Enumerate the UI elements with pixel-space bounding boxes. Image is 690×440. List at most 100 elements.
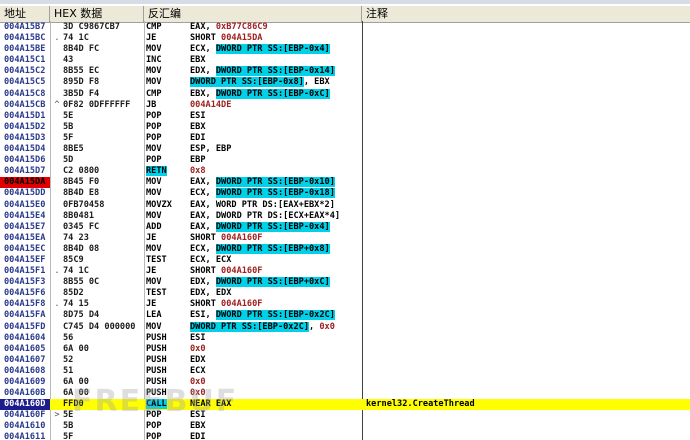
instruction-row[interactable]: 004A15EA 74 23 JE SHORT 004A160F [0, 233, 690, 244]
hex-bytes: 8B4D 08 [63, 243, 100, 254]
instruction-row[interactable]: 004A15F3 8B55 0C MOV EDX, DWORD PTR SS:[EBP… [0, 277, 690, 288]
instruction-row[interactable]: 004A15FA 8D75 D4 LEA ESI, DWORD PTR SS:[EBP… [0, 310, 690, 321]
instruction-row[interactable]: 004A15E0 0FB70458 MOVZX EAX, WORD PTR DS:[E… [0, 200, 690, 211]
hex-bytes: 8B4D FC [63, 44, 100, 55]
mnemonic: MOV [146, 144, 162, 155]
address: 004A15D1 [4, 110, 46, 121]
instruction-row[interactable]: 004A15C8 3B5D F4 CMP EBX, DWORD PTR SS:[EBP… [0, 88, 690, 100]
instruction-row[interactable]: 004A15E4 8B0481 MOV EAX, DWORD PTR DS:[ECX+… [0, 211, 690, 222]
hex-bytes: 895D F8 [63, 77, 100, 88]
instruction-row[interactable]: 004A15F1. 74 1C JE SHORT 004A160F [0, 266, 690, 277]
instruction-row[interactable]: 004A1607 52 PUSH EDX [0, 355, 690, 366]
column-header: 地址 HEX 数据 反汇编 注释 [0, 5, 690, 23]
address: 004A15D6 [4, 155, 46, 166]
operand-memory: DWORD PTR SS:[EBP-0xC] [215, 88, 330, 99]
mnemonic: MOV [146, 66, 162, 77]
operand-memory: DWORD PTR SS:[EBP+0xC] [215, 277, 330, 288]
hex-bytes: 51 [63, 365, 74, 376]
window-top-strip [0, 0, 690, 4]
instruction-row[interactable]: 004A15DD 8B4D E8 MOV ECX, DWORD PTR SS:[EBP… [0, 188, 690, 199]
instruction-row[interactable]: 004A15C2 8B55 EC MOV EDX, DWORD PTR SS:[EBP… [0, 66, 690, 77]
operands: EDX [190, 355, 360, 366]
hex-bytes: 8BE5 [63, 144, 84, 155]
address: 004A1605 [4, 343, 46, 354]
hex-bytes: 3D C9867CB7 [63, 22, 120, 32]
operand-part: EAX, [190, 22, 216, 32]
hex-bytes: 8D75 D4 [63, 310, 100, 321]
mnemonic: PUSH [146, 354, 167, 365]
instruction-row[interactable]: 004A15D6 5D POP EBP [0, 155, 690, 166]
operands: EBX [190, 421, 360, 432]
instruction-row[interactable]: 004A15DA 8B45 F0 MOV EAX, DWORD PTR SS:[EBP… [0, 177, 690, 189]
operands: EBX, DWORD PTR SS:[EBP-0xC] [190, 88, 360, 100]
address: 004A15FA [4, 310, 46, 321]
operand-part: ESI [190, 332, 206, 343]
instruction-row[interactable]: 004A15D7 C2 0800 RETN 0x8 [0, 166, 690, 177]
address: 004A15E7 [4, 221, 46, 232]
header-address[interactable]: 地址 [0, 6, 50, 22]
operand-part: ESI [190, 110, 206, 121]
address: 004A15F1 [4, 266, 46, 277]
instruction-row[interactable]: 004A1610 5B POP EBX [0, 421, 690, 432]
hex-bytes: 5E [63, 110, 74, 121]
operands: EAX, DWORD PTR SS:[EBP-0x4] [190, 221, 360, 233]
instruction-row[interactable]: 004A15F8. 74 15 JE SHORT 004A160F [0, 299, 690, 310]
operand-part: 0x0 [319, 321, 335, 332]
instruction-row[interactable]: 004A15FD C745 D4 000000 MOV DWORD PTR SS:[E… [0, 321, 690, 333]
operands: EDI [190, 432, 360, 440]
mnemonic: PUSH [146, 343, 167, 354]
instruction-row[interactable]: 004A15D1 5E POP ESI [0, 111, 690, 122]
mnemonic: PUSH [146, 365, 167, 376]
operands: ECX, DWORD PTR SS:[EBP-0x18] [190, 188, 360, 199]
hex-bytes: 3B5D F4 [63, 88, 100, 99]
mnemonic: POP [146, 110, 162, 121]
operand-part: 004A160F [221, 299, 263, 310]
instruction-row[interactable]: 004A15C5 895D F8 MOV DWORD PTR SS:[EBP-0x8]… [0, 77, 690, 88]
instruction-row[interactable]: 004A15B7 3D C9867CB7 CMP EAX, 0xB77C86C9 [0, 22, 690, 33]
operand-part: EDX, [190, 66, 216, 77]
instruction-row[interactable]: 004A15EF 85C9 TEST ECX, ECX [0, 255, 690, 266]
operands: DWORD PTR SS:[EBP-0x2C], 0x0 [190, 321, 360, 333]
hex-bytes: 43 [63, 55, 74, 66]
header-disassembly[interactable]: 反汇编 [144, 6, 362, 22]
operands: ECX, DWORD PTR SS:[EBP-0x4] [190, 44, 360, 55]
header-hex-data[interactable]: HEX 数据 [50, 6, 144, 22]
instruction-row[interactable]: 004A15D2 5B POP EBX [0, 122, 690, 133]
hex-bytes: 5B [63, 421, 74, 432]
instruction-row[interactable]: 004A15D3 5F POP EDI [0, 133, 690, 144]
instruction-row[interactable]: 004A15C1 43 INC EBX [0, 55, 690, 66]
instruction-row[interactable]: 004A15F6 85D2 TEST EDX, EDX [0, 288, 690, 299]
operand-part: EBX [190, 121, 206, 132]
instruction-row[interactable]: 004A1611 5F POP EDI [0, 432, 690, 440]
address: 004A15C2 [4, 66, 46, 77]
operands: ESI [190, 333, 360, 344]
mnemonic: MOV [146, 44, 162, 55]
instruction-row[interactable]: 004A15CB ^ 0F82 0DFFFFFF JB 004A14DE [0, 100, 690, 111]
header-comment[interactable]: 注释 [362, 6, 690, 22]
hex-bytes: 74 15 [63, 299, 89, 310]
instruction-row[interactable]: 004A1608 51 PUSH ECX [0, 366, 690, 377]
operand-part: EAX, [190, 177, 216, 188]
instruction-row[interactable]: 004A1605 6A 00 PUSH 0x0 [0, 344, 690, 355]
address: 004A1608 [4, 365, 46, 376]
operand-part: EAX, WORD PTR DS:[EAX+EBX*2] [190, 199, 335, 210]
operand-memory: DWORD PTR SS:[EBP-0x2C] [190, 321, 309, 332]
instruction-row[interactable]: 004A15BC. 74 1C JE SHORT 004A15DA [0, 33, 690, 44]
operand-memory: DWORD PTR SS:[EBP-0x4] [215, 44, 330, 55]
instruction-row[interactable]: 004A15E7 0345 FC ADD EAX, DWORD PTR SS:[EBP… [0, 221, 690, 233]
mnemonic: MOV [146, 321, 162, 332]
instruction-row[interactable]: 004A1604 56 PUSH ESI [0, 333, 690, 344]
operand-part: EDX, [190, 277, 216, 288]
operands: DWORD PTR SS:[EBP-0x8], EBX [190, 77, 360, 88]
instruction-row[interactable]: 004A15EC 8B4D 08 MOV ECX, DWORD PTR SS:[EBP… [0, 243, 690, 255]
mnemonic: MOV [146, 177, 162, 188]
mnemonic: JE [146, 299, 157, 310]
address: 004A15D2 [4, 121, 46, 132]
jump-marker: > [54, 410, 60, 421]
hex-bytes: 8B0481 [63, 210, 95, 221]
instruction-row[interactable]: 004A15D4 8BE5 MOV ESP, EBP [0, 144, 690, 155]
hex-bytes: 5F [63, 132, 74, 143]
address: 004A160D [0, 399, 50, 411]
hex-bytes: 0F82 0DFFFFFF [63, 99, 131, 110]
instruction-row[interactable]: 004A15BE 8B4D FC MOV ECX, DWORD PTR SS:[EBP… [0, 44, 690, 55]
